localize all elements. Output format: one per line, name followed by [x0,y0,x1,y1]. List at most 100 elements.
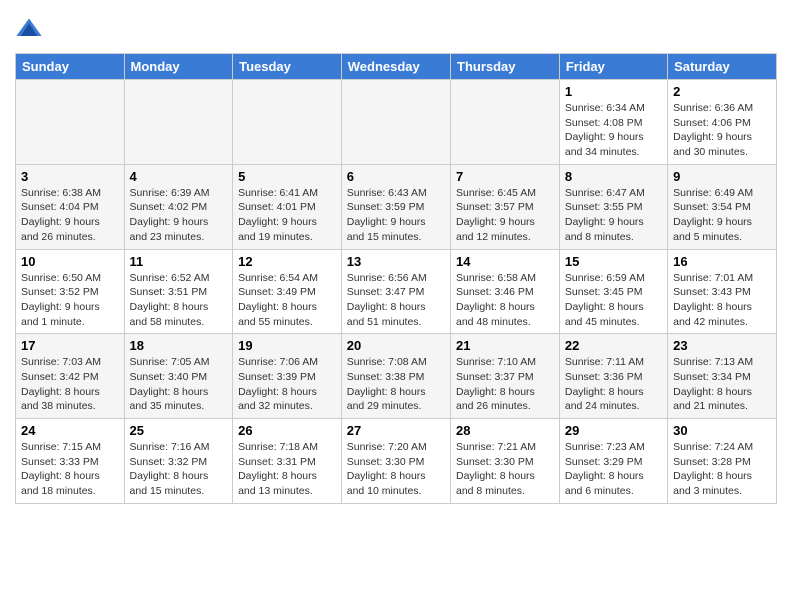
calendar-cell: 30 Sunrise: 7:24 AMSunset: 3:28 PMDayligh… [668,419,777,504]
page: SundayMondayTuesdayWednesdayThursdayFrid… [0,0,792,612]
day-info: Sunrise: 6:34 AMSunset: 4:08 PMDaylight:… [565,101,662,160]
weekday-header-monday: Monday [124,54,233,80]
day-info: Sunrise: 7:23 AMSunset: 3:29 PMDaylight:… [565,440,662,499]
calendar-cell: 11 Sunrise: 6:52 AMSunset: 3:51 PMDayligh… [124,249,233,334]
day-info: Sunrise: 7:10 AMSunset: 3:37 PMDaylight:… [456,355,554,414]
day-number: 21 [456,338,554,353]
weekday-row: SundayMondayTuesdayWednesdayThursdayFrid… [16,54,777,80]
day-number: 5 [238,169,336,184]
day-info: Sunrise: 7:11 AMSunset: 3:36 PMDaylight:… [565,355,662,414]
calendar-cell: 13 Sunrise: 6:56 AMSunset: 3:47 PMDayligh… [341,249,450,334]
calendar-cell: 21 Sunrise: 7:10 AMSunset: 3:37 PMDayligh… [451,334,560,419]
calendar-cell: 9Sunrise: 6:49 AMSunset: 3:54 PMDaylight… [668,164,777,249]
day-number: 10 [21,254,119,269]
calendar-cell [341,80,450,165]
day-number: 11 [130,254,228,269]
day-info: Sunrise: 7:24 AMSunset: 3:28 PMDaylight:… [673,440,771,499]
calendar-cell: 6Sunrise: 6:43 AMSunset: 3:59 PMDaylight… [341,164,450,249]
day-number: 7 [456,169,554,184]
day-info: Sunrise: 6:41 AMSunset: 4:01 PMDaylight:… [238,186,336,245]
week-row-3: 10 Sunrise: 6:50 AMSunset: 3:52 PMDayligh… [16,249,777,334]
calendar-cell: 12Sunrise: 6:54 AMSunset: 3:49 PMDayligh… [233,249,342,334]
logo [15,15,47,43]
day-info: Sunrise: 6:38 AMSunset: 4:04 PMDaylight:… [21,186,119,245]
calendar-cell: 10 Sunrise: 6:50 AMSunset: 3:52 PMDayligh… [16,249,125,334]
calendar-cell [124,80,233,165]
day-info: Sunrise: 6:39 AMSunset: 4:02 PMDaylight:… [130,186,228,245]
calendar-header: SundayMondayTuesdayWednesdayThursdayFrid… [16,54,777,80]
day-info: Sunrise: 7:03 AMSunset: 3:42 PMDaylight:… [21,355,119,414]
day-number: 16 [673,254,771,269]
calendar: SundayMondayTuesdayWednesdayThursdayFrid… [15,53,777,504]
weekday-header-thursday: Thursday [451,54,560,80]
calendar-cell: 14 Sunrise: 6:58 AMSunset: 3:46 PMDayligh… [451,249,560,334]
week-row-1: 1 Sunrise: 6:34 AMSunset: 4:08 PMDaylight… [16,80,777,165]
day-number: 30 [673,423,771,438]
calendar-cell: 27 Sunrise: 7:20 AMSunset: 3:30 PMDayligh… [341,419,450,504]
calendar-cell: 16 Sunrise: 7:01 AMSunset: 3:43 PMDayligh… [668,249,777,334]
day-number: 12 [238,254,336,269]
day-info: Sunrise: 7:06 AMSunset: 3:39 PMDaylight:… [238,355,336,414]
weekday-header-wednesday: Wednesday [341,54,450,80]
calendar-cell: 15 Sunrise: 6:59 AMSunset: 3:45 PMDayligh… [559,249,667,334]
day-number: 8 [565,169,662,184]
day-info: Sunrise: 7:18 AMSunset: 3:31 PMDaylight:… [238,440,336,499]
calendar-cell: 19Sunrise: 7:06 AMSunset: 3:39 PMDayligh… [233,334,342,419]
day-number: 27 [347,423,445,438]
calendar-cell: 25 Sunrise: 7:16 AMSunset: 3:32 PMDayligh… [124,419,233,504]
day-info: Sunrise: 6:43 AMSunset: 3:59 PMDaylight:… [347,186,445,245]
day-number: 9 [673,169,771,184]
calendar-cell: 4 Sunrise: 6:39 AMSunset: 4:02 PMDaylight… [124,164,233,249]
calendar-cell: 1 Sunrise: 6:34 AMSunset: 4:08 PMDaylight… [559,80,667,165]
calendar-cell: 18Sunrise: 7:05 AMSunset: 3:40 PMDayligh… [124,334,233,419]
day-info: Sunrise: 7:20 AMSunset: 3:30 PMDaylight:… [347,440,445,499]
day-info: Sunrise: 6:36 AMSunset: 4:06 PMDaylight:… [673,101,771,160]
calendar-cell: 8 Sunrise: 6:47 AMSunset: 3:55 PMDaylight… [559,164,667,249]
day-number: 23 [673,338,771,353]
weekday-header-saturday: Saturday [668,54,777,80]
day-number: 24 [21,423,119,438]
day-info: Sunrise: 7:15 AMSunset: 3:33 PMDaylight:… [21,440,119,499]
calendar-cell: 24 Sunrise: 7:15 AMSunset: 3:33 PMDayligh… [16,419,125,504]
day-number: 18 [130,338,228,353]
day-info: Sunrise: 6:52 AMSunset: 3:51 PMDaylight:… [130,271,228,330]
day-number: 26 [238,423,336,438]
day-info: Sunrise: 7:13 AMSunset: 3:34 PMDaylight:… [673,355,771,414]
calendar-cell: 22Sunrise: 7:11 AMSunset: 3:36 PMDayligh… [559,334,667,419]
day-number: 4 [130,169,228,184]
day-info: Sunrise: 6:50 AMSunset: 3:52 PMDaylight:… [21,271,119,330]
day-number: 29 [565,423,662,438]
calendar-cell: 23 Sunrise: 7:13 AMSunset: 3:34 PMDayligh… [668,334,777,419]
calendar-cell: 2Sunrise: 6:36 AMSunset: 4:06 PMDaylight… [668,80,777,165]
day-info: Sunrise: 7:08 AMSunset: 3:38 PMDaylight:… [347,355,445,414]
day-number: 28 [456,423,554,438]
calendar-cell: 17 Sunrise: 7:03 AMSunset: 3:42 PMDayligh… [16,334,125,419]
week-row-4: 17 Sunrise: 7:03 AMSunset: 3:42 PMDayligh… [16,334,777,419]
day-info: Sunrise: 6:59 AMSunset: 3:45 PMDaylight:… [565,271,662,330]
day-number: 25 [130,423,228,438]
calendar-cell: 5 Sunrise: 6:41 AMSunset: 4:01 PMDaylight… [233,164,342,249]
day-number: 1 [565,84,662,99]
day-info: Sunrise: 6:56 AMSunset: 3:47 PMDaylight:… [347,271,445,330]
day-info: Sunrise: 6:47 AMSunset: 3:55 PMDaylight:… [565,186,662,245]
day-info: Sunrise: 6:58 AMSunset: 3:46 PMDaylight:… [456,271,554,330]
calendar-cell: 3 Sunrise: 6:38 AMSunset: 4:04 PMDaylight… [16,164,125,249]
calendar-cell: 29 Sunrise: 7:23 AMSunset: 3:29 PMDayligh… [559,419,667,504]
week-row-2: 3 Sunrise: 6:38 AMSunset: 4:04 PMDaylight… [16,164,777,249]
day-number: 13 [347,254,445,269]
day-number: 17 [21,338,119,353]
day-info: Sunrise: 6:45 AMSunset: 3:57 PMDaylight:… [456,186,554,245]
day-info: Sunrise: 7:01 AMSunset: 3:43 PMDaylight:… [673,271,771,330]
day-info: Sunrise: 7:16 AMSunset: 3:32 PMDaylight:… [130,440,228,499]
day-number: 3 [21,169,119,184]
calendar-cell [16,80,125,165]
week-row-5: 24 Sunrise: 7:15 AMSunset: 3:33 PMDayligh… [16,419,777,504]
day-number: 14 [456,254,554,269]
calendar-cell: 26 Sunrise: 7:18 AMSunset: 3:31 PMDayligh… [233,419,342,504]
weekday-header-tuesday: Tuesday [233,54,342,80]
calendar-cell [451,80,560,165]
calendar-cell: 7 Sunrise: 6:45 AMSunset: 3:57 PMDaylight… [451,164,560,249]
day-number: 20 [347,338,445,353]
day-number: 15 [565,254,662,269]
day-info: Sunrise: 7:21 AMSunset: 3:30 PMDaylight:… [456,440,554,499]
